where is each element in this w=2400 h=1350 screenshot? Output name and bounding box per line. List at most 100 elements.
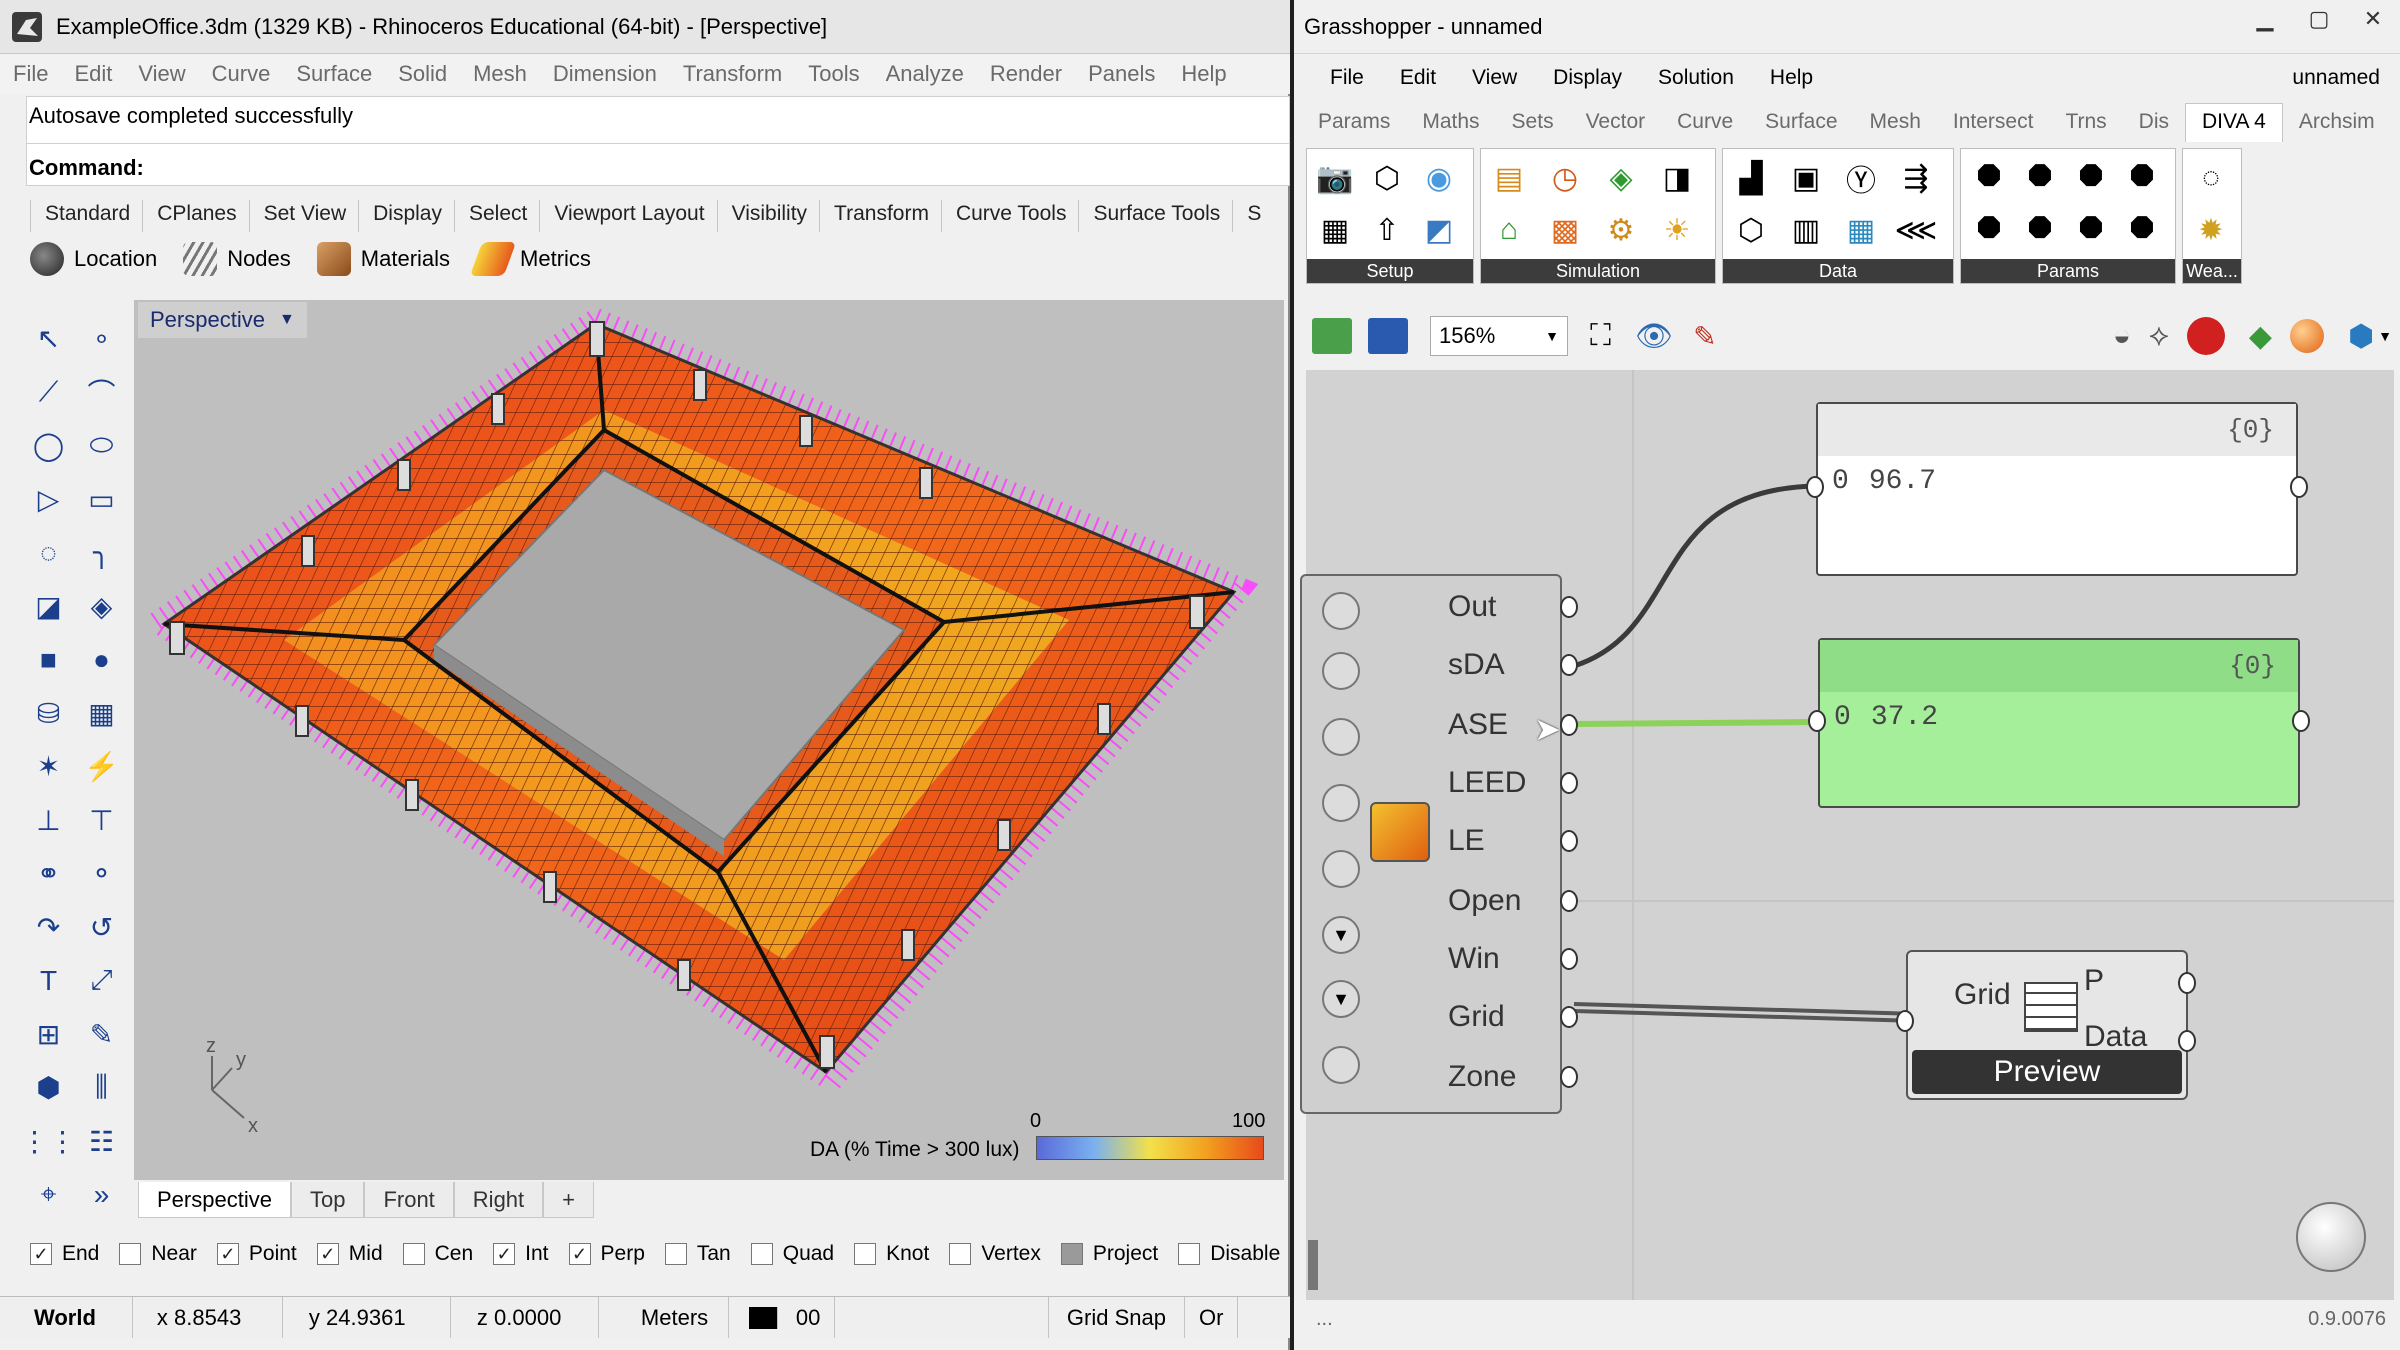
perspective-viewport[interactable]: z y x 0 100 DA (% Time > 300 lux) bbox=[134, 300, 1284, 1180]
bar-chart-icon[interactable]: ▟ bbox=[1731, 157, 1771, 199]
panel2-output-port[interactable] bbox=[2292, 710, 2310, 732]
octagon2-icon[interactable]: ⯃ bbox=[2122, 157, 2162, 199]
tab-transform[interactable]: Transform bbox=[819, 200, 941, 232]
vp-tab-front[interactable]: Front bbox=[364, 1182, 454, 1218]
osnap-int[interactable]: ✓ Int bbox=[493, 1242, 549, 1266]
navigation-compass-icon[interactable] bbox=[2296, 1202, 2366, 1272]
group-params-label[interactable]: Params bbox=[1961, 259, 2175, 283]
osnap-knot-checkbox[interactable] bbox=[854, 1243, 877, 1265]
menu-mesh[interactable]: Mesh bbox=[460, 61, 540, 87]
glare-icon[interactable]: ◈ bbox=[1601, 157, 1641, 199]
osnap-project-checkbox[interactable] bbox=[1060, 1243, 1083, 1265]
scale-icon[interactable]: ⤢ bbox=[75, 954, 128, 1008]
menu-panels[interactable]: Panels bbox=[1075, 61, 1168, 87]
menu-analyze[interactable]: Analyze bbox=[873, 61, 977, 87]
gh-menu-edit[interactable]: Edit bbox=[1382, 66, 1454, 90]
ellipse-icon[interactable]: ⬭ bbox=[75, 419, 128, 473]
option-radio-out[interactable] bbox=[1322, 592, 1360, 630]
canvas-scroll-handle[interactable] bbox=[1308, 1240, 1318, 1290]
wireframe-icon[interactable]: ⟡ bbox=[2149, 319, 2169, 353]
gh-menu-view[interactable]: View bbox=[1454, 66, 1535, 90]
osnap-project[interactable]: Project bbox=[1060, 1242, 1158, 1266]
arrow-up-icon[interactable]: ⇧ bbox=[1367, 209, 1407, 251]
grid-array-icon[interactable]: ⋮⋮ bbox=[21, 1115, 77, 1169]
preview-button[interactable]: Preview bbox=[1912, 1050, 2182, 1094]
trim-icon[interactable]: ⊤ bbox=[75, 794, 128, 848]
text-icon[interactable]: T bbox=[22, 954, 75, 1008]
option-radio-leed[interactable] bbox=[1322, 784, 1360, 822]
surface-icon[interactable]: ◪ bbox=[22, 580, 75, 634]
explode-icon[interactable]: ⚡ bbox=[75, 740, 128, 794]
vp-tab-right[interactable]: Right bbox=[453, 1182, 544, 1218]
more-tools-icon[interactable]: » bbox=[75, 1168, 128, 1222]
metrics-output-port-sda[interactable] bbox=[1560, 654, 1578, 676]
option-radio-sda[interactable] bbox=[1322, 652, 1360, 690]
materials-button[interactable]: Materials bbox=[316, 242, 450, 276]
gh-tab-params[interactable]: Params bbox=[1294, 110, 1406, 142]
viewport-menu-icon[interactable]: ▼ bbox=[279, 311, 295, 329]
menu-curve[interactable]: Curve bbox=[199, 61, 284, 87]
octagon3-icon[interactable]: ⯃ bbox=[2071, 209, 2111, 251]
menu-file[interactable]: File bbox=[0, 61, 61, 87]
osnap-vertex-checkbox[interactable] bbox=[949, 1243, 972, 1265]
preview-eye-icon[interactable]: 👁 bbox=[1635, 319, 1673, 354]
viewer-output-port-data[interactable] bbox=[2178, 1030, 2196, 1052]
merge-icon[interactable]: ▥ bbox=[1786, 209, 1826, 251]
option-radio-ase[interactable] bbox=[1322, 718, 1360, 756]
status-gridsnap[interactable]: Grid Snap bbox=[1049, 1297, 1185, 1338]
metrics-icon[interactable]: ▣ bbox=[1786, 157, 1826, 199]
cylinder-icon[interactable]: ⛁ bbox=[22, 687, 75, 741]
sketch-icon[interactable]: ✎ bbox=[1693, 320, 1716, 353]
menu-edit[interactable]: Edit bbox=[61, 61, 125, 87]
osnap-quad-checkbox[interactable] bbox=[750, 1243, 773, 1265]
sphere-icon[interactable]: ● bbox=[75, 633, 128, 687]
tab-visibility[interactable]: Visibility bbox=[716, 200, 819, 232]
tab-display[interactable]: Display bbox=[358, 200, 454, 232]
selected-only-icon[interactable]: ◆ bbox=[2249, 319, 2272, 354]
tab-curve-tools[interactable]: Curve Tools bbox=[940, 200, 1079, 232]
panel1-input-port[interactable] bbox=[1806, 476, 1824, 498]
option-radio-le[interactable] bbox=[1322, 850, 1360, 888]
shape-icon[interactable]: ⯃ bbox=[2071, 157, 2111, 199]
osnap-tan[interactable]: Tan bbox=[664, 1242, 731, 1266]
select-arrow-icon[interactable]: ↖ bbox=[22, 312, 75, 366]
vp-tab-top[interactable]: Top bbox=[290, 1182, 365, 1218]
menu-transform[interactable]: Transform bbox=[670, 61, 795, 87]
minimize-icon[interactable]: ▁ bbox=[2238, 0, 2292, 38]
gh-tab-curve[interactable]: Curve bbox=[1661, 110, 1749, 142]
osnap-disable[interactable]: Disable bbox=[1178, 1242, 1280, 1266]
osnap-knot[interactable]: Knot bbox=[854, 1242, 929, 1266]
sun-grid-icon[interactable]: ▩ bbox=[1545, 209, 1585, 251]
rectangle-icon[interactable]: ▭ bbox=[75, 473, 128, 527]
osnap-mid-checkbox[interactable]: ✓ bbox=[316, 1243, 339, 1265]
gh-menu-display[interactable]: Display bbox=[1535, 66, 1640, 90]
metrics-output-port-le[interactable] bbox=[1560, 830, 1578, 852]
group-icon[interactable]: ⚭ bbox=[22, 847, 75, 901]
tab-viewport-layout[interactable]: Viewport Layout bbox=[539, 200, 716, 232]
boolean-icon[interactable]: ✶ bbox=[22, 740, 75, 794]
material-sphere-icon[interactable] bbox=[2289, 319, 2324, 353]
option-radio-zone[interactable] bbox=[1322, 1046, 1360, 1084]
metrics-button[interactable]: Metrics bbox=[469, 242, 591, 276]
gh-tab-maths[interactable]: Maths bbox=[1406, 110, 1495, 142]
sphere-icon[interactable]: ◉ bbox=[1419, 157, 1459, 199]
option-radio-win[interactable]: ▼ bbox=[1322, 916, 1360, 954]
layers-icon[interactable]: ☷ bbox=[75, 1115, 128, 1169]
metrics-output-port-win[interactable] bbox=[1560, 948, 1578, 970]
octagon4-icon[interactable]: ⯃ bbox=[2122, 209, 2162, 251]
osnap-perp[interactable]: ✓ Perp bbox=[568, 1242, 645, 1266]
option-radio-grid[interactable]: ▼ bbox=[1322, 980, 1360, 1018]
maximize-icon[interactable]: ▢ bbox=[2292, 0, 2346, 38]
gh-tab-sets[interactable]: Sets bbox=[1496, 110, 1570, 142]
osnap-end-checkbox[interactable]: ✓ bbox=[30, 1243, 52, 1265]
tab-surface-tools[interactable]: Surface Tools bbox=[1078, 200, 1232, 232]
osnap-int-checkbox[interactable]: ✓ bbox=[493, 1243, 516, 1265]
status-ortho[interactable]: Or bbox=[1185, 1297, 1239, 1338]
camera-icon[interactable]: 📷 bbox=[1315, 157, 1355, 199]
osnap-quad[interactable]: Quad bbox=[750, 1242, 834, 1266]
readout-icon[interactable]: ▦ bbox=[1841, 209, 1881, 251]
tab-set-view[interactable]: Set View bbox=[248, 200, 359, 232]
hex-grid-icon[interactable]: ⯃ bbox=[2020, 157, 2060, 199]
dimension-icon[interactable]: ⫼ bbox=[75, 1061, 128, 1115]
osnap-point-checkbox[interactable]: ✓ bbox=[216, 1243, 239, 1265]
